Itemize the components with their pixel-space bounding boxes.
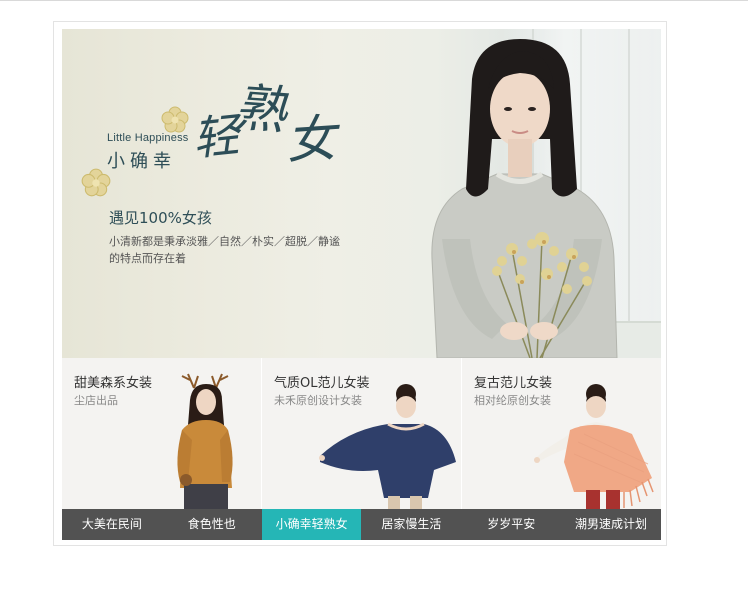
nav-item-food-color[interactable]: 食色性也	[162, 509, 262, 540]
flower-icon	[161, 106, 189, 133]
model-photo	[177, 373, 233, 509]
nav-item-slow-living[interactable]: 居家慢生活	[361, 509, 461, 540]
hero-headline: 遇见100%女孩	[109, 209, 212, 227]
category-card-vintage[interactable]: 复古范儿女装 相对纶原创女装	[462, 358, 661, 509]
category-nav: 大美在民间 食色性也 小确幸轻熟女 居家慢生活 岁岁平安 潮男速成计划	[62, 509, 661, 540]
calligraphy-title: 轻熟女	[190, 78, 337, 171]
card-title: 甜美森系女装	[74, 376, 153, 391]
card-divider	[461, 358, 462, 509]
tagline-chinese: 小确幸	[107, 151, 176, 172]
model-photo	[319, 384, 456, 509]
card-subtitle: 尘店出品	[74, 394, 118, 407]
model-photo	[431, 39, 618, 358]
hero-description: 小清新都是秉承淡雅／自然／朴实／超脱／静谧 的特点而存在着	[109, 235, 340, 265]
nav-item-peace[interactable]: 岁岁平安	[461, 509, 561, 540]
model-photo	[534, 384, 654, 509]
tagline-english: Little Happiness	[107, 132, 189, 144]
nav-item-folk-beauty[interactable]: 大美在民间	[62, 509, 162, 540]
nav-item-men-style[interactable]: 潮男速成计划	[561, 509, 661, 540]
card-divider	[261, 358, 262, 509]
top-divider	[0, 0, 748, 1]
category-card-ol[interactable]: 气质OL范儿女装 未禾原创设计女装	[262, 358, 461, 509]
nav-item-little-happiness[interactable]: 小确幸轻熟女	[261, 509, 362, 540]
hero-banner[interactable]: Little Happiness 小确幸 轻熟女 遇见100%女孩 小清新都是秉…	[62, 29, 661, 358]
promo-module: Little Happiness 小确幸 轻熟女 遇见100%女孩 小清新都是秉…	[53, 21, 667, 546]
category-card-forest[interactable]: 甜美森系女装 尘店出品	[62, 358, 261, 509]
category-cards: 甜美森系女装 尘店出品 气质OL范儿女装 未禾原创设计女装 复古范儿女装 相对纶…	[62, 358, 661, 509]
